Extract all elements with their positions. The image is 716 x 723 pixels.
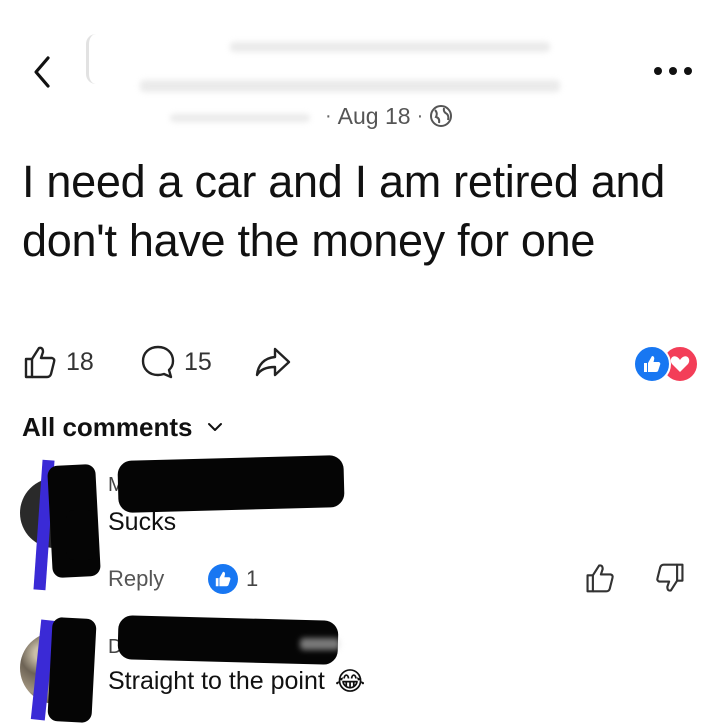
like-reaction-icon — [208, 564, 238, 594]
comment-like-button[interactable] — [584, 562, 616, 599]
comment-item: D Straight to the point 😂 — [0, 600, 716, 723]
comment-dislike-button[interactable] — [654, 562, 686, 599]
comment-count: 15 — [184, 347, 212, 376]
post-meta: · Aug 18 · — [325, 100, 453, 132]
separator-dot: · — [325, 104, 332, 127]
thumbs-up-icon — [24, 346, 56, 379]
laughing-emoji-icon: 😂 — [334, 666, 366, 696]
like-count: 18 — [66, 347, 94, 376]
back-button[interactable] — [20, 50, 64, 94]
redaction-mark — [47, 616, 97, 723]
share-button[interactable] — [254, 344, 292, 380]
comment-like-summary[interactable]: 1 — [208, 564, 258, 594]
reaction-summary[interactable] — [633, 345, 699, 383]
comment-bubble-icon — [141, 345, 175, 379]
obscured-text — [300, 638, 340, 650]
globe-icon — [430, 105, 453, 127]
separator-dot: · — [416, 104, 424, 127]
post-date: Aug 18 — [337, 102, 411, 129]
post-text: I need a car and I am retired and don't … — [22, 156, 665, 266]
comment-text: Straight to the point — [108, 667, 325, 695]
share-arrow-icon — [255, 347, 291, 377]
all-comments-label: All comments — [22, 411, 193, 442]
chevron-down-icon — [207, 423, 222, 431]
all-comments-filter[interactable]: All comments — [22, 410, 223, 444]
chevron-left-icon — [34, 56, 50, 88]
like-button[interactable]: 18 — [22, 344, 94, 380]
comment-text: Sucks — [108, 508, 177, 536]
more-horizontal-icon — [654, 67, 692, 75]
redaction-mark — [117, 455, 345, 513]
like-reaction-icon — [633, 345, 671, 383]
thumbs-up-icon — [586, 564, 614, 593]
thumbs-down-icon — [656, 563, 684, 592]
redaction-mark — [66, 510, 96, 560]
comment-like-count: 1 — [246, 566, 259, 591]
comment-text-row: Straight to the point 😂 — [108, 666, 365, 697]
more-options-button[interactable] — [648, 58, 698, 84]
comment-button[interactable]: 15 — [140, 344, 212, 380]
comment-item: M Sucks Reply 1 — [0, 450, 716, 600]
reply-button[interactable]: Reply — [108, 566, 164, 592]
